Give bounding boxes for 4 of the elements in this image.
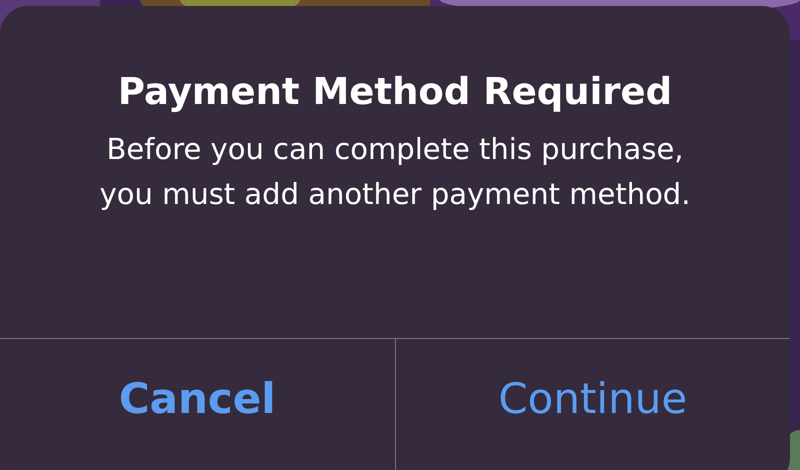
continue-button[interactable]: Continue (394, 339, 790, 470)
alert-message: Before you can complete this purchase, you must add another payment method. (98, 131, 692, 213)
alert-title: Payment Method Required (118, 70, 672, 113)
cancel-button[interactable]: Cancel (0, 339, 394, 470)
